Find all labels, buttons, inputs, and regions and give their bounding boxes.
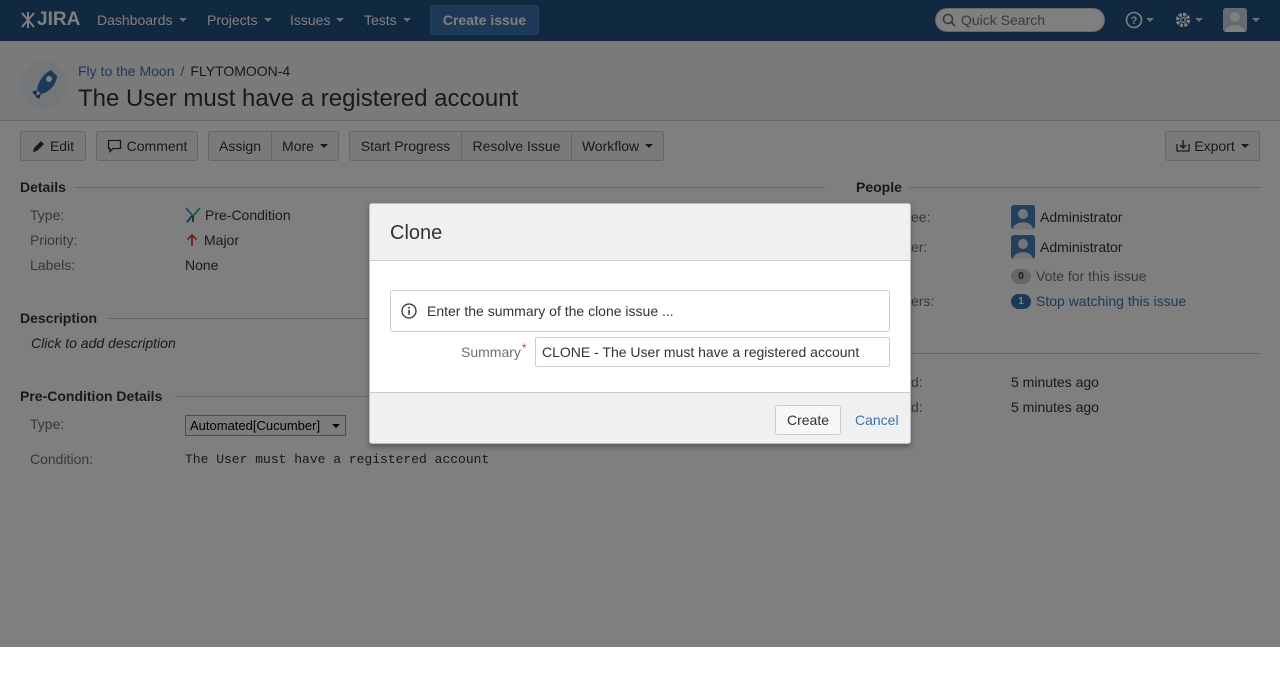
dialog-header: Clone xyxy=(370,204,910,261)
info-icon xyxy=(401,303,417,319)
clone-dialog: Clone Enter the summary of the clone iss… xyxy=(369,203,911,444)
summary-label-text: Summary xyxy=(461,344,521,360)
cancel-link[interactable]: Cancel xyxy=(855,412,899,428)
info-message: Enter the summary of the clone issue ... xyxy=(390,290,890,332)
create-button[interactable]: Create xyxy=(775,405,841,435)
required-marker: * xyxy=(521,341,527,355)
info-message-text: Enter the summary of the clone issue ... xyxy=(427,303,674,319)
dialog-footer: Create Cancel xyxy=(370,392,910,443)
summary-field-label: Summary* xyxy=(461,341,527,360)
dialog-title: Clone xyxy=(390,222,443,244)
summary-input[interactable] xyxy=(535,337,890,367)
jira-app: JIRA Dashboards Projects Issues Tests Cr… xyxy=(0,0,1280,647)
